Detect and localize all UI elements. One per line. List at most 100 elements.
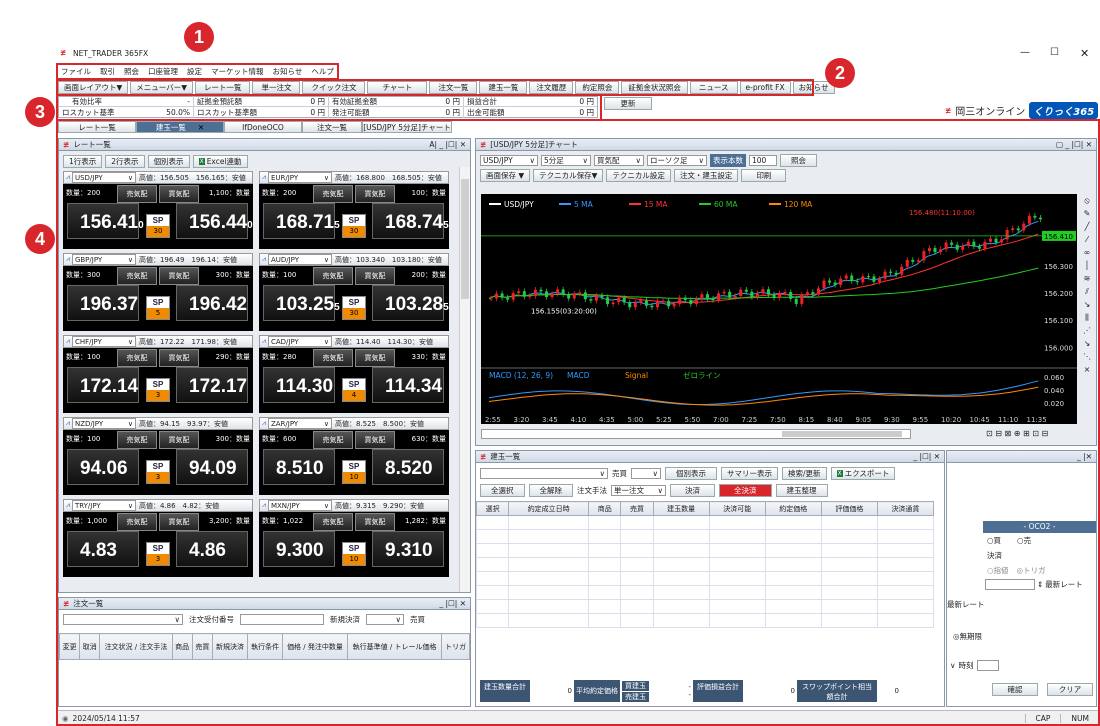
window-controls-icon[interactable]: _ |☐| ✕ [913, 452, 940, 461]
menu-settings[interactable]: 設定 [187, 66, 202, 77]
margin-status-button[interactable]: 証拠金状況照会 [621, 81, 688, 94]
bars-input[interactable]: 100 [749, 155, 777, 166]
fib-tool-icon[interactable]: ≋ [1080, 272, 1094, 285]
close-button[interactable]: ✕ [1080, 47, 1089, 60]
settle-all-button[interactable]: 全決済 [719, 484, 772, 497]
eprofit-button[interactable]: e-profit FX [739, 81, 791, 94]
maximize-button[interactable]: ☐ [1050, 47, 1059, 58]
table-row[interactable] [475, 515, 935, 530]
two-row-button[interactable]: 2行表示 [105, 155, 145, 168]
individual-button[interactable]: 個別表示 [147, 155, 190, 168]
price-chart[interactable]: USD/JPY 5 MA 15 MA 60 MA 120 MA 156.410 156.48… [481, 194, 1077, 424]
table-row[interactable] [475, 613, 935, 628]
bars-tool-icon[interactable]: ⫼ [1080, 311, 1094, 324]
chart-footer-icons[interactable]: ⊡ ⊟ ⊠ ⊕ ⊞ ⊡ ⊟ [986, 429, 1048, 438]
pair-select[interactable]: TRY/JPY ∨ [71, 500, 136, 511]
ask-price[interactable]: 168.745 [372, 203, 449, 239]
pair-select[interactable]: CHF/JPY ∨ [71, 336, 136, 347]
position-list-button[interactable]: 建玉一覧 [479, 81, 528, 94]
ask-price[interactable]: 114.34 [372, 367, 444, 403]
ifdone-tab[interactable]: - OCO2 - [983, 521, 1096, 533]
print-button[interactable]: 印刷 [741, 169, 787, 182]
quote-select[interactable]: 買気配 ∨ [594, 155, 644, 166]
bid-price[interactable]: 156.410 [67, 203, 144, 239]
buy-button[interactable]: 買気配 [159, 267, 199, 285]
order-history-button[interactable]: 注文履歴 [529, 81, 574, 94]
export-button[interactable]: X エクスポート [830, 467, 896, 480]
new-settle-select[interactable]: ∨ [366, 614, 404, 625]
tab-positions[interactable]: 建玉一覧 ✕ [136, 121, 224, 133]
excel-link-button[interactable]: X Excel連動 [192, 155, 248, 168]
table-row[interactable] [475, 557, 935, 572]
rate-card[interactable]: ⩘ CAD/JPY ∨ 高値：114.40 114.30：安値 数量：280 売気配 買気配… [259, 335, 449, 413]
sell-button[interactable]: 売気配 [117, 513, 157, 531]
chart-icon[interactable]: ⩘ [66, 501, 70, 510]
update-button[interactable]: 更新 [604, 97, 652, 110]
infinity-tool-icon[interactable]: ∞ [1080, 246, 1094, 259]
side-select[interactable]: ∨ [631, 468, 661, 479]
pair-select[interactable]: ZAR/JPY ∨ [267, 418, 332, 429]
pair-select[interactable]: USD/JPY ∨ [480, 155, 538, 166]
bid-price[interactable]: 9.300 [263, 531, 335, 567]
line-tool-icon[interactable]: ╱ [1080, 220, 1094, 233]
ask-price[interactable]: 9.310 [372, 531, 444, 567]
technical-save-button[interactable]: テクニカル保存▼ [533, 169, 604, 182]
ask-price[interactable]: 103.285 [372, 285, 449, 321]
tab-rate-list[interactable]: レート一覧 [58, 121, 136, 133]
bid-price[interactable]: 8.510 [263, 449, 335, 485]
column-header[interactable]: 売買 [191, 633, 213, 660]
order-list-button[interactable]: 注文一覧 [429, 81, 478, 94]
consolidate-button[interactable]: 建玉整理 [775, 484, 828, 497]
stepper-icon[interactable]: ⇕ [1037, 580, 1043, 589]
sell-button[interactable]: 売気配 [117, 267, 157, 285]
sell-button[interactable]: 売気配 [117, 185, 157, 203]
tab-chart[interactable]: [USD/JPY 5分足]チャート [362, 121, 452, 133]
rate-scrollbar[interactable] [459, 167, 470, 592]
tab-orders[interactable]: 注文一覧 [302, 121, 362, 133]
column-header[interactable]: 商品 [588, 501, 622, 516]
close-icon[interactable]: _ |✕ [1077, 452, 1092, 461]
scroll-thumb[interactable] [782, 431, 902, 437]
column-header[interactable]: 評価価格 [820, 501, 878, 516]
bid-price[interactable]: 196.37 [67, 285, 139, 321]
column-header[interactable]: 商品 [171, 633, 193, 660]
sell-button[interactable]: 売気配 [313, 431, 353, 449]
ask-price[interactable]: 156.440 [176, 203, 253, 239]
price-input[interactable] [985, 579, 1035, 590]
quick-order-button[interactable]: クイック注文 [302, 81, 366, 94]
product-select[interactable]: ∨ [480, 468, 608, 479]
chart-icon[interactable]: ⩘ [66, 173, 70, 182]
menu-trade[interactable]: 取引 [100, 66, 115, 77]
table-row[interactable] [475, 571, 935, 586]
bid-price[interactable]: 114.30 [263, 367, 335, 403]
rate-card[interactable]: ⩘ TRY/JPY ∨ 高値：4.86 4.82：安値 数量：1,000 売気配 買気配 3,… [63, 499, 253, 577]
pair-select[interactable]: CAD/JPY ∨ [267, 336, 332, 347]
column-header[interactable]: 売買 [620, 501, 654, 516]
pen-tool-icon[interactable]: ✎ [1080, 207, 1094, 220]
rate-card[interactable]: ⩘ GBP/JPY ∨ 高値：196.49 196.14：安値 数量：300 売気配 買気配… [63, 253, 253, 331]
pair-select[interactable]: GBP/JPY ∨ [71, 254, 136, 265]
column-header[interactable]: 取消 [79, 633, 101, 660]
table-row[interactable] [475, 585, 935, 600]
buy-button[interactable]: 買気配 [355, 267, 395, 285]
buy-button[interactable]: 買気配 [355, 185, 395, 203]
sell-button[interactable]: 売気配 [313, 513, 353, 531]
cross-tool-icon[interactable]: ⨯ [1080, 363, 1094, 376]
window-controls-icon[interactable]: ▢ _ |☐| ✕ [1056, 140, 1092, 149]
chart-icon[interactable]: ⩘ [262, 173, 266, 182]
buy-button[interactable]: 買気配 [355, 513, 395, 531]
window-controls-icon[interactable]: _ |☐| ✕ [439, 599, 466, 608]
product-select[interactable]: ∨ [63, 614, 183, 625]
vline-tool-icon[interactable]: │ [1080, 259, 1094, 272]
arrow-tool-icon[interactable]: ↘ [1080, 298, 1094, 311]
single-order-button[interactable]: 単一注文 [252, 81, 301, 94]
minimize-button[interactable]: — [1020, 47, 1030, 58]
table-row[interactable] [475, 543, 935, 558]
column-header[interactable]: 建玉数量 [652, 501, 710, 516]
column-header[interactable]: 注文状況 / 注文手法 [99, 633, 173, 660]
search-button[interactable]: 検索/更新 [782, 467, 827, 480]
ask-price[interactable]: 8.520 [372, 449, 444, 485]
menu-account[interactable]: 口座管理 [148, 66, 178, 77]
buy-radio[interactable]: ○買 [987, 535, 1001, 546]
line-tool-icon[interactable]: ⁄ [1080, 233, 1094, 246]
